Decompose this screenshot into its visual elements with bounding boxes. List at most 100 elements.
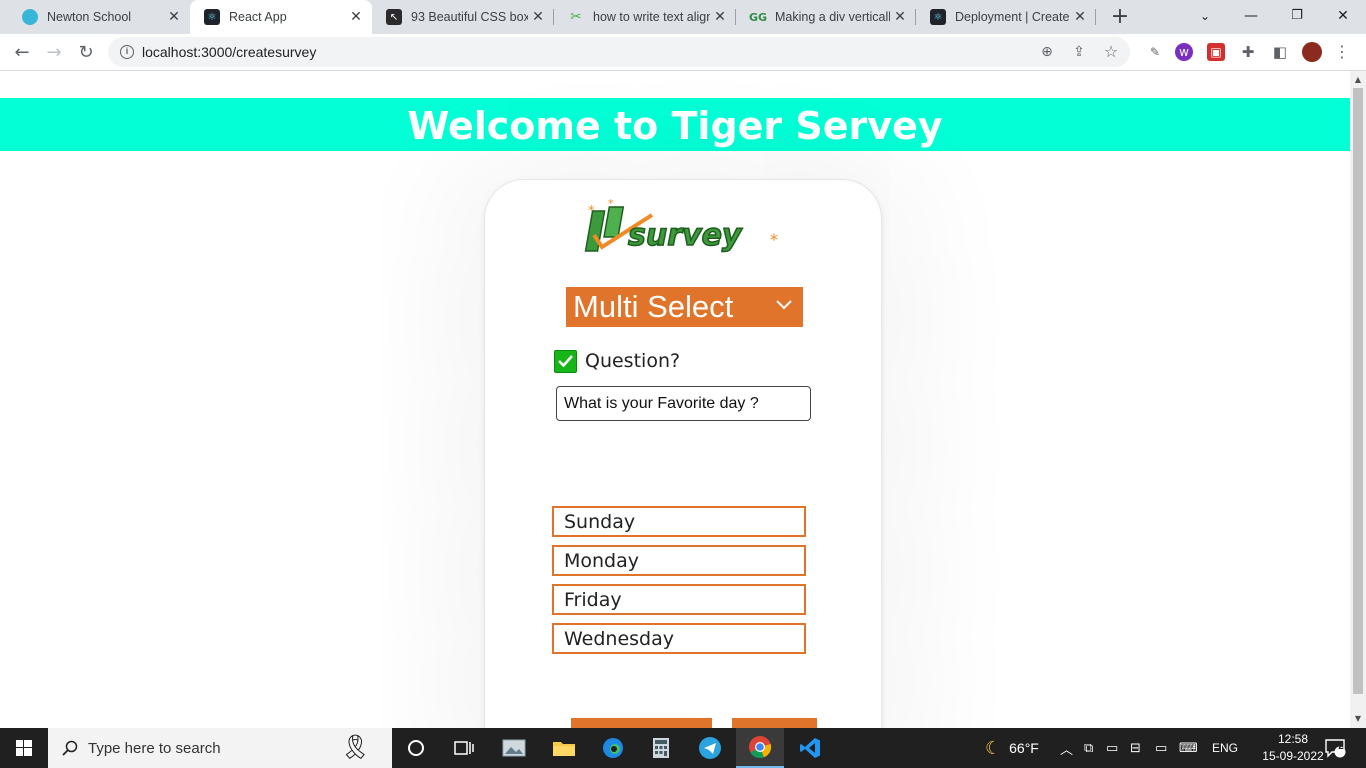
tab-separator <box>1095 9 1096 25</box>
svg-text:*: * <box>608 197 614 210</box>
extensions-puzzle-icon[interactable]: ✚ <box>1238 42 1258 62</box>
weather-temperature: 66°F <box>1009 740 1039 756</box>
windows-start-icon[interactable] <box>0 728 48 768</box>
calculator-icon[interactable] <box>637 728 685 768</box>
tab-title: Newton School <box>47 10 132 24</box>
tab-title: how to write text align <box>593 10 710 24</box>
notification-center-icon[interactable]: 2 <box>1324 728 1346 768</box>
tab-text-align[interactable]: ✂ how to write text align ✕ <box>554 0 736 34</box>
tray-display-icon[interactable]: ▭ <box>1106 728 1118 768</box>
search-icon <box>62 740 78 756</box>
close-tab-icon[interactable]: ✕ <box>1070 9 1090 25</box>
forward-arrow-icon[interactable]: → <box>40 39 68 67</box>
tab-title: 93 Beautiful CSS box-s <box>411 10 528 24</box>
clock-date: 15-09-2022 <box>1262 749 1324 763</box>
survey-card: * * survey * Multi Select Question? Add … <box>484 179 882 728</box>
cursor-icon: ↖ <box>386 9 402 25</box>
profile-avatar[interactable] <box>1302 42 1322 62</box>
close-tab-icon[interactable]: ✕ <box>164 9 184 25</box>
task-view-icon[interactable] <box>440 728 488 768</box>
newton-icon <box>22 9 38 25</box>
question-label-row: Question? <box>554 349 680 373</box>
taskbar-search-box[interactable]: Type here to search 🎗 <box>48 728 392 768</box>
reload-icon[interactable]: ↻ <box>72 39 100 67</box>
zoom-icon[interactable]: ⊕ <box>1038 43 1056 61</box>
option-input-3[interactable] <box>552 584 806 615</box>
survey-logo: * * survey * <box>584 197 778 254</box>
tab-title: Making a div vertically <box>775 10 890 24</box>
notification-count: 2 <box>1338 741 1344 752</box>
site-info-icon[interactable]: i <box>120 45 134 59</box>
react-icon: ⚛ <box>204 9 220 25</box>
awareness-ribbon-icon[interactable]: 🎗 <box>340 733 370 761</box>
tab-css-box-shadow[interactable]: ↖ 93 Beautiful CSS box-s ✕ <box>372 0 554 34</box>
page-scrollbar[interactable]: ▲ ▼ <box>1350 71 1366 728</box>
tab-newton-school[interactable]: Newton School ✕ <box>8 0 190 34</box>
keyboard-icon[interactable]: ⌨ <box>1179 728 1198 768</box>
vscode-icon[interactable] <box>786 728 834 768</box>
extension-red-icon[interactable]: ▣ <box>1207 43 1225 61</box>
question-input[interactable] <box>556 386 811 421</box>
tab-search-chevron-icon[interactable]: ⌄ <box>1182 0 1228 34</box>
windows-taskbar: Type here to search 🎗 ☾ 66°F ︿ ⧉ ▭ ⊟ ▭ ⌨… <box>0 728 1366 768</box>
clock-time: 12:58 <box>1277 732 1309 746</box>
image-viewer-app-icon[interactable] <box>490 728 538 768</box>
scroll-down-arrow-icon[interactable]: ▼ <box>1350 712 1366 726</box>
minimize-button[interactable]: — <box>1228 0 1274 34</box>
scrollbar-thumb[interactable] <box>1353 88 1363 694</box>
close-window-button[interactable]: ✕ <box>1320 0 1366 34</box>
bookmark-star-icon[interactable]: ☆ <box>1102 43 1120 61</box>
logo-text: survey <box>628 218 743 253</box>
tab-react-app[interactable]: ⚛ React App ✕ <box>190 0 372 34</box>
network-icon[interactable]: ⊟ <box>1130 728 1141 768</box>
close-tab-icon[interactable]: ✕ <box>346 9 366 25</box>
restore-button[interactable]: ❐ <box>1274 0 1320 34</box>
moon-icon: ☾ <box>985 737 1002 759</box>
cortana-icon[interactable] <box>392 728 440 768</box>
side-panel-icon[interactable]: ◧ <box>1270 42 1290 62</box>
back-arrow-icon[interactable]: ← <box>8 39 36 67</box>
add-question-button[interactable]: Add Question <box>571 718 712 728</box>
language-indicator[interactable]: ENG <box>1212 728 1238 768</box>
publish-button[interactable]: Publish <box>732 718 817 728</box>
close-tab-icon[interactable]: ✕ <box>528 9 548 25</box>
url-text: localhost:3000/createsurvey <box>142 44 317 60</box>
chrome-taskbar-icon[interactable] <box>736 728 784 768</box>
tray-meet-icon[interactable]: ⧉ <box>1084 728 1093 768</box>
file-explorer-icon[interactable] <box>540 728 588 768</box>
tab-deployment[interactable]: ⚛ Deployment | Create R ✕ <box>916 0 1096 34</box>
browser-tab-strip: Newton School ✕ ⚛ React App ✕ ↖ 93 Beaut… <box>0 0 1366 34</box>
system-clock[interactable]: 12:58 15-09-2022 <box>1262 731 1324 765</box>
search-placeholder: Type here to search <box>88 739 221 757</box>
option-input-2[interactable] <box>552 545 806 576</box>
scroll-up-arrow-icon[interactable]: ▲ <box>1350 73 1366 87</box>
weather-widget[interactable]: ☾ 66°F <box>985 728 1039 768</box>
close-tab-icon[interactable]: ✕ <box>710 9 730 25</box>
check-mark-icon <box>554 349 577 373</box>
tab-div-vertically[interactable]: GG Making a div vertically ✕ <box>736 0 916 34</box>
close-tab-icon[interactable]: ✕ <box>890 9 910 25</box>
telegram-icon[interactable] <box>686 728 734 768</box>
address-bar[interactable]: i localhost:3000/createsurvey ⊕ ⇪ ☆ <box>108 37 1130 67</box>
question-type-value: Multi Select <box>573 289 734 324</box>
svg-text:*: * <box>770 230 778 249</box>
tray-chevron-icon[interactable]: ︿ <box>1060 728 1073 768</box>
page-viewport: Welcome to Tiger Servey * * survey * Mul… <box>0 71 1350 728</box>
svg-text:*: * <box>588 204 595 219</box>
extension-pen-icon[interactable]: ✎ <box>1145 42 1165 62</box>
header-banner: Welcome to Tiger Servey <box>0 98 1350 151</box>
chrome-menu-icon[interactable]: ⋮ <box>1332 42 1352 62</box>
option-input-4[interactable] <box>552 623 806 654</box>
question-type-select[interactable]: Multi Select <box>566 287 803 327</box>
edge-browser-icon[interactable] <box>589 728 637 768</box>
extension-w-icon[interactable]: w <box>1175 43 1193 61</box>
react-icon: ⚛ <box>930 9 946 25</box>
tab-title: React App <box>229 10 287 24</box>
share-icon[interactable]: ⇪ <box>1070 43 1088 61</box>
tab-title: Deployment | Create R <box>955 10 1070 24</box>
geeks-icon: GG <box>748 10 768 24</box>
tool-icon: ✂ <box>570 9 582 25</box>
battery-icon[interactable]: ▭ <box>1155 728 1167 768</box>
new-tab-button[interactable]: + <box>1108 4 1132 30</box>
option-input-1[interactable] <box>552 506 806 537</box>
